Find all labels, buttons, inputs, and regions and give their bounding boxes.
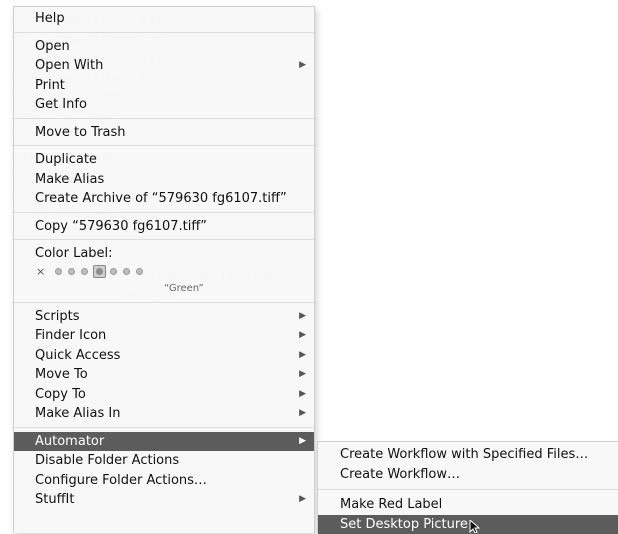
submenu-arrow-icon: ▶ bbox=[299, 307, 306, 327]
color-label-purple-dot[interactable] bbox=[123, 268, 130, 275]
submenu-arrow-icon: ▶ bbox=[299, 56, 306, 76]
submenu-arrow-icon: ▶ bbox=[299, 432, 306, 452]
submenu-item-create-workflow[interactable]: Create Workflow… bbox=[318, 465, 618, 485]
color-label-gray-dot[interactable] bbox=[136, 268, 143, 275]
menu-item-quick-access[interactable]: Quick Access ▶ bbox=[14, 346, 314, 366]
menu-item-duplicate[interactable]: Duplicate bbox=[14, 150, 314, 170]
context-menu: Help Open Open With ▶ Print Get Info Mov… bbox=[13, 6, 315, 533]
menu-item-label: StuffIt bbox=[35, 492, 74, 507]
automator-submenu: Create Workflow with Specified Files… Cr… bbox=[317, 441, 618, 533]
submenu-item-make-red-label[interactable]: Make Red Label bbox=[318, 495, 618, 515]
menu-item-open-with[interactable]: Open With ▶ bbox=[14, 56, 314, 76]
submenu-arrow-icon: ▶ bbox=[299, 365, 306, 385]
menu-item-create-archive[interactable]: Create Archive of “579630 fg6107.tiff” bbox=[14, 189, 314, 209]
menu-separator bbox=[14, 427, 314, 428]
color-label-yellow-dot[interactable] bbox=[81, 268, 88, 275]
submenu-arrow-icon: ▶ bbox=[299, 385, 306, 405]
submenu-arrow-icon: ▶ bbox=[299, 490, 306, 510]
menu-item-disable-folder-actions[interactable]: Disable Folder Actions bbox=[14, 451, 314, 471]
menu-separator bbox=[14, 145, 314, 146]
menu-item-open[interactable]: Open bbox=[14, 37, 314, 57]
menu-item-label: Open With bbox=[35, 58, 103, 73]
submenu-arrow-icon: ▶ bbox=[299, 404, 306, 424]
menu-item-scripts[interactable]: Scripts ▶ bbox=[14, 307, 314, 327]
menu-item-print[interactable]: Print bbox=[14, 76, 314, 96]
submenu-arrow-icon: ▶ bbox=[299, 326, 306, 346]
menu-item-label: Make Alias In bbox=[35, 406, 120, 421]
menu-separator bbox=[318, 489, 618, 490]
menu-item-move-to[interactable]: Move To ▶ bbox=[14, 365, 314, 385]
menu-item-label: Quick Access bbox=[35, 348, 120, 363]
menu-item-configure-folder-actions[interactable]: Configure Folder Actions… bbox=[14, 471, 314, 491]
menu-item-copy-to[interactable]: Copy To ▶ bbox=[14, 385, 314, 405]
menu-item-label: Move To bbox=[35, 367, 88, 382]
menu-separator bbox=[14, 239, 314, 240]
color-label-green-dot[interactable] bbox=[93, 265, 106, 278]
menu-separator bbox=[14, 212, 314, 213]
menu-separator bbox=[14, 302, 314, 303]
menu-item-label: Automator bbox=[35, 434, 104, 449]
menu-item-help[interactable]: Help bbox=[14, 9, 314, 29]
menu-separator bbox=[14, 118, 314, 119]
menu-item-get-info[interactable]: Get Info bbox=[14, 95, 314, 115]
menu-item-finder-icon[interactable]: Finder Icon ▶ bbox=[14, 326, 314, 346]
color-label-orange-dot[interactable] bbox=[68, 268, 75, 275]
color-label-picker: × bbox=[14, 264, 314, 282]
menu-item-label: Scripts bbox=[35, 309, 79, 324]
submenu-arrow-icon: ▶ bbox=[299, 346, 306, 366]
color-label-heading: Color Label: bbox=[14, 244, 314, 264]
mouse-pointer-icon bbox=[469, 520, 483, 533]
menu-item-label: Copy To bbox=[35, 387, 86, 402]
menu-item-make-alias[interactable]: Make Alias bbox=[14, 170, 314, 190]
submenu-item-create-workflow-files[interactable]: Create Workflow with Specified Files… bbox=[318, 445, 618, 465]
menu-item-label: Finder Icon bbox=[35, 328, 106, 343]
menu-item-automator[interactable]: Automator ▶ bbox=[14, 432, 314, 452]
menu-item-make-alias-in[interactable]: Make Alias In ▶ bbox=[14, 404, 314, 424]
color-label-red-dot[interactable] bbox=[55, 268, 62, 275]
color-label-caption: “Green” bbox=[14, 282, 314, 296]
color-label-none-button[interactable]: × bbox=[36, 265, 45, 278]
menu-item-move-to-trash[interactable]: Move to Trash bbox=[14, 123, 314, 143]
submenu-item-set-desktop-picture[interactable]: Set Desktop Picture bbox=[318, 515, 618, 534]
color-label-blue-dot[interactable] bbox=[110, 268, 117, 275]
menu-item-stuffit[interactable]: StuffIt ▶ bbox=[14, 490, 314, 510]
menu-item-copy[interactable]: Copy “579630 fg6107.tiff” bbox=[14, 217, 314, 237]
menu-separator bbox=[14, 32, 314, 33]
